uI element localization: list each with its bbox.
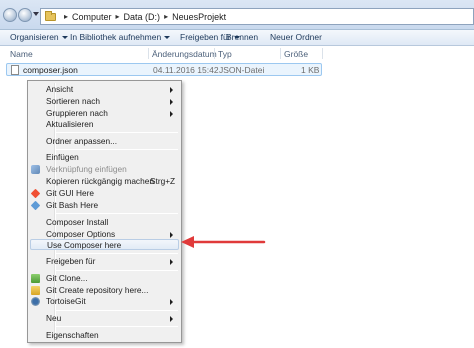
breadcrumb-computer[interactable]: Computer — [72, 12, 112, 22]
menu-item-label: Git Clone... — [46, 273, 88, 283]
breadcrumb-neuesprojekt[interactable]: NeuesProjekt — [172, 12, 226, 22]
new-folder-label: Neuer Ordner — [270, 32, 322, 42]
shortcut-link-icon — [31, 165, 40, 174]
menu-separator — [56, 149, 178, 150]
menu-item-refresh[interactable]: Aktualisieren — [30, 119, 179, 130]
submenu-arrow-icon — [170, 232, 173, 238]
menu-item-label: Ansicht — [46, 84, 74, 94]
menu-item-label: Composer Install — [46, 217, 109, 227]
column-divider[interactable] — [214, 48, 215, 59]
menu-item-label: Neu — [46, 313, 62, 323]
chevron-down-icon — [61, 36, 68, 40]
command-toolbar: Organisieren In Bibliothek aufnehmen Fre… — [0, 30, 474, 46]
submenu-arrow-icon — [170, 111, 173, 117]
column-header-date[interactable]: Änderungsdatum — [152, 49, 217, 59]
file-row[interactable]: composer.json 04.11.2016 15:42 JSON-Date… — [6, 63, 322, 76]
menu-separator — [56, 253, 178, 254]
menu-separator — [56, 310, 178, 311]
organize-label: Organisieren — [10, 32, 59, 42]
menu-item-label: Eigenschaften — [46, 330, 99, 340]
submenu-arrow-icon — [170, 316, 173, 322]
menu-item-tortoisegit[interactable]: TortoiseGit — [30, 296, 179, 307]
add-to-library-button[interactable]: In Bibliothek aufnehmen — [70, 32, 171, 42]
file-type: JSON-Datei — [219, 65, 265, 75]
new-folder-button[interactable]: Neuer Ordner — [270, 32, 322, 42]
menu-item-label: Kopieren rückgängig machen — [46, 176, 154, 186]
organize-button[interactable]: Organisieren — [10, 32, 68, 42]
library-label: In Bibliothek aufnehmen — [70, 32, 162, 42]
menu-item-git-gui[interactable]: Git GUI Here — [30, 188, 179, 199]
submenu-arrow-icon — [170, 99, 173, 105]
forward-button[interactable] — [18, 8, 32, 22]
menu-item-properties[interactable]: Eigenschaften — [30, 330, 179, 341]
menu-item-label: Ordner anpassen... — [46, 136, 118, 146]
menu-item-paste[interactable]: Einfügen — [30, 152, 179, 163]
menu-separator — [56, 270, 178, 271]
menu-item-view[interactable]: Ansicht — [30, 84, 179, 95]
back-button[interactable] — [3, 8, 17, 22]
menu-item-label: Sortieren nach — [46, 96, 100, 106]
menu-item-undo-copy[interactable]: Kopieren rückgängig machen Strg+Z — [30, 176, 179, 187]
tortoisegit-icon — [31, 297, 40, 306]
submenu-arrow-icon — [170, 87, 173, 93]
menu-item-group-by[interactable]: Gruppieren nach — [30, 108, 179, 119]
file-size: 1 KB — [301, 65, 320, 75]
annotation-arrow-icon — [181, 236, 266, 248]
menu-item-label: Aktualisieren — [46, 119, 94, 129]
chevron-down-icon — [164, 36, 171, 40]
share-label: Freigeben für — [180, 32, 231, 42]
menu-separator — [56, 326, 178, 327]
git-clone-icon — [31, 274, 40, 283]
column-header-size[interactable]: Größe — [284, 49, 308, 59]
file-name: composer.json — [23, 65, 78, 75]
menu-item-label: Freigeben für — [46, 256, 96, 266]
submenu-arrow-icon — [170, 299, 173, 305]
column-divider[interactable] — [148, 48, 149, 59]
recent-pages-dropdown-icon[interactable] — [33, 12, 39, 16]
column-headers: Name Änderungsdatum Typ Größe — [0, 46, 474, 60]
column-divider[interactable] — [322, 48, 323, 59]
chevron-right-icon[interactable]: ▸ — [64, 12, 68, 21]
menu-item-label: Git GUI Here — [46, 188, 94, 198]
annotation-arrow-head — [181, 236, 194, 248]
menu-item-sort-by[interactable]: Sortieren nach — [30, 96, 179, 107]
breadcrumb-data-drive[interactable]: Data (D:) — [124, 12, 161, 22]
menu-item-label: Use Composer here — [47, 240, 122, 250]
context-menu: Ansicht Sortieren nach Gruppieren nach A… — [27, 80, 182, 343]
menu-item-git-clone[interactable]: Git Clone... — [30, 273, 179, 284]
folder-icon — [45, 10, 56, 21]
address-field[interactable]: ▸ Computer ▸ Data (D:) ▸ NeuesProjekt — [40, 8, 474, 25]
burn-button[interactable]: Brennen — [226, 32, 258, 42]
git-bash-icon — [30, 200, 41, 211]
menu-item-composer-install[interactable]: Composer Install — [30, 217, 179, 228]
column-header-name[interactable]: Name — [10, 49, 33, 59]
burn-label: Brennen — [226, 32, 259, 42]
menu-item-label: Einfügen — [46, 152, 79, 162]
column-header-type[interactable]: Typ — [218, 49, 232, 59]
menu-item-customize-folder[interactable]: Ordner anpassen... — [30, 136, 179, 147]
menu-separator — [56, 132, 178, 133]
menu-item-new[interactable]: Neu — [30, 313, 179, 324]
menu-item-git-bash[interactable]: Git Bash Here — [30, 200, 179, 211]
menu-item-use-composer-here[interactable]: Use Composer here — [30, 239, 179, 250]
menu-item-label: Git Bash Here — [46, 200, 99, 210]
menu-separator — [56, 213, 178, 214]
git-create-repo-icon — [31, 286, 40, 295]
chevron-right-icon[interactable]: ▸ — [164, 12, 168, 21]
menu-item-shortcut: Strg+Z — [150, 176, 176, 186]
address-bar: ▸ Computer ▸ Data (D:) ▸ NeuesProjekt — [0, 0, 474, 30]
git-gui-icon — [30, 188, 41, 199]
menu-item-label: Git Create repository here... — [46, 285, 149, 295]
menu-item-label: TortoiseGit — [46, 296, 86, 306]
menu-item-share-with[interactable]: Freigeben für — [30, 256, 179, 267]
menu-item-git-create-repo[interactable]: Git Create repository here... — [30, 285, 179, 296]
menu-item-paste-shortcut: Verknüpfung einfügen — [30, 164, 179, 175]
menu-item-label: Gruppieren nach — [46, 108, 108, 118]
submenu-arrow-icon — [170, 259, 173, 265]
file-date: 04.11.2016 15:42 — [153, 65, 219, 75]
json-file-icon — [11, 65, 19, 75]
menu-item-label: Verknüpfung einfügen — [46, 164, 127, 174]
chevron-right-icon[interactable]: ▸ — [116, 12, 120, 21]
column-divider[interactable] — [280, 48, 281, 59]
